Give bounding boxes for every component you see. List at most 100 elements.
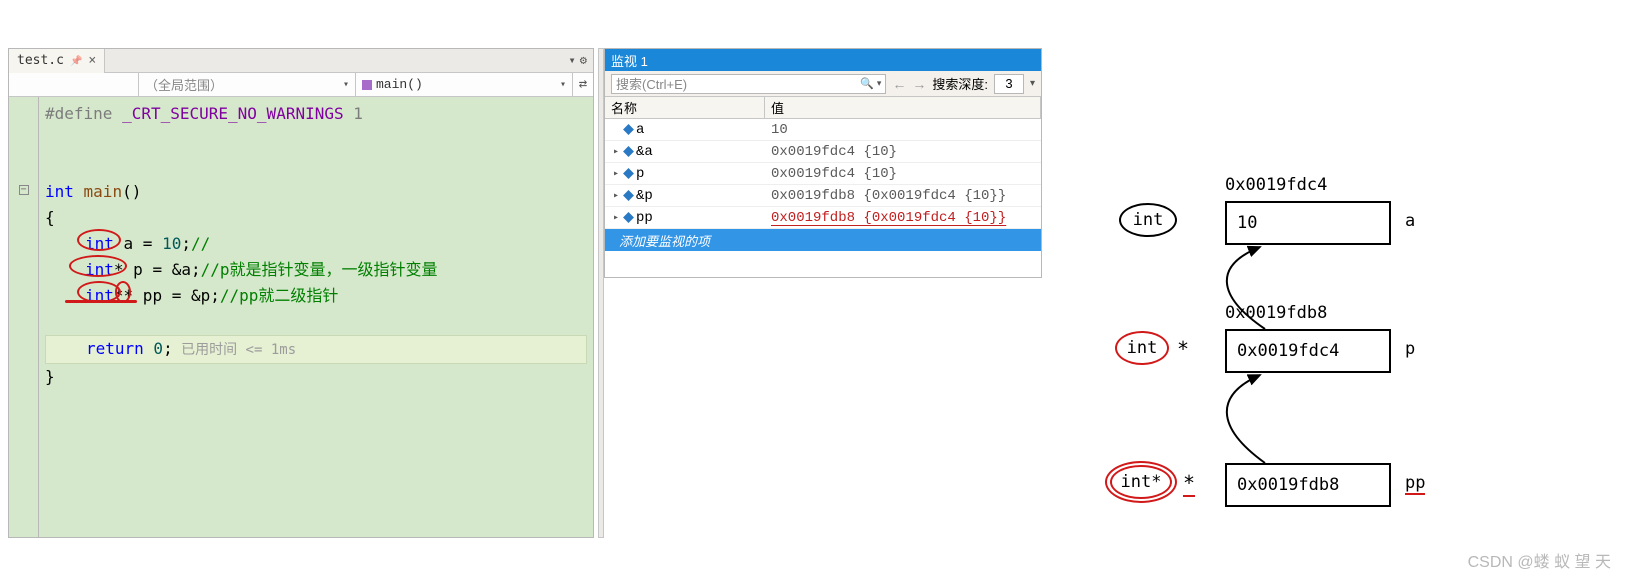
prev-result-button[interactable]: ← [892, 76, 906, 92]
code-macro: _CRT_SECURE_NO_WARNINGS [122, 104, 344, 123]
decl-pp: pp = &p; [133, 286, 220, 305]
nav-scope-dropdown[interactable] [9, 73, 139, 96]
depth-value: 3 [1005, 76, 1012, 91]
type-intstar: int [1115, 331, 1169, 365]
watch-header-value[interactable]: 值 [765, 97, 1041, 118]
func-main: main [74, 182, 122, 201]
watch-add-item[interactable]: 添加要监视的项 [605, 229, 1041, 251]
code-editor-pane: test.c × ▾ ⚙ （全局范围） ▾ main() ▾ ⇄ − # [8, 48, 594, 538]
pin-icon[interactable] [70, 53, 82, 68]
nav-member-text: main() [376, 77, 423, 92]
code-define-tail: 1 [344, 104, 363, 123]
watch-header: 名称 值 [605, 97, 1041, 119]
file-tab-testc[interactable]: test.c × [9, 49, 105, 73]
dropdown-icon[interactable]: ▾ [569, 53, 576, 68]
nav-bar: （全局范围） ▾ main() ▾ ⇄ [9, 73, 593, 97]
type-int: int [1119, 203, 1177, 237]
cmt-pp: //pp就二级指针 [220, 286, 339, 305]
code-body[interactable]: #define _CRT_SECURE_NO_WARNINGS 1 int ma… [39, 97, 593, 537]
box-pp-val: 0x0019fdb8 [1237, 475, 1339, 495]
search-icon[interactable]: 🔍 [860, 77, 874, 90]
kw-int-a: int [85, 234, 114, 253]
watch-row[interactable]: ▸ pp 0x0019fdb8 {0x0019fdc4 {10}} [605, 207, 1041, 229]
tab-bar: test.c × ▾ ⚙ [9, 49, 593, 73]
watch-name: &p [636, 188, 653, 204]
watch-title[interactable]: 监视 1 [605, 49, 1041, 71]
semi-a: ; [181, 234, 191, 253]
lab-p: p [1405, 339, 1415, 359]
watch-row[interactable]: ▸&a 0x0019fdc4 {10} [605, 141, 1041, 163]
expander-icon[interactable]: ▸ [611, 168, 621, 180]
watch-row[interactable]: ▸p 0x0019fdc4 {10} [605, 163, 1041, 185]
watch-toolbar: 搜索(Ctrl+E) 🔍 ▾ ← → 搜索深度: 3 ▾ [605, 71, 1041, 97]
lab-pp: pp [1405, 473, 1425, 495]
watch-name: pp [636, 210, 653, 226]
addr-p: 0x0019fdb8 [1225, 303, 1327, 323]
watch-value: 0x0019fdb8 {0x0019fdc4 {10}} [765, 210, 1041, 226]
expander-icon[interactable]: ▸ [611, 146, 621, 158]
box-pp: 0x0019fdb8 [1225, 463, 1391, 507]
tab-filename: test.c [17, 53, 64, 68]
watch-value: 10 [765, 122, 1041, 138]
watch-pane: 监视 1 搜索(Ctrl+E) 🔍 ▾ ← → 搜索深度: 3 ▾ 名称 值 ▸… [604, 48, 1042, 278]
code-define: #define [45, 104, 122, 123]
search-placeholder: 搜索(Ctrl+E) [616, 74, 687, 93]
expander-icon[interactable]: ▸ [611, 212, 621, 224]
anno-underline [65, 300, 137, 303]
nav-swap-button[interactable]: ⇄ [573, 73, 593, 96]
gear-icon[interactable]: ⚙ [580, 53, 587, 68]
watch-row[interactable]: ▸ &p 0x0019fdb8 {0x0019fdc4 {10}} [605, 185, 1041, 207]
num-zero: 0 [144, 339, 163, 358]
cmt-a: // [191, 234, 210, 253]
box-p-val: 0x0019fdc4 [1237, 341, 1339, 361]
elapsed-ghost: 已用时间 <= 1ms [173, 342, 296, 358]
brace-close: } [45, 367, 55, 386]
watch-name: &a [636, 144, 653, 160]
addr-a: 0x0019fdc4 [1225, 175, 1327, 195]
decl-p: p = &a; [124, 260, 201, 279]
var-icon [623, 168, 634, 179]
watermark: CSDN @蝼 蚁 望 天 [1468, 548, 1611, 572]
depth-input[interactable]: 3 [994, 74, 1024, 94]
kw-int-main: int [45, 182, 74, 201]
var-icon [623, 146, 634, 157]
tab-right-tools: ▾ ⚙ [569, 53, 593, 68]
star-pp: * [1183, 471, 1195, 497]
depth-dropdown-icon[interactable]: ▾ [1030, 78, 1035, 89]
type-intstar2: int* [1110, 465, 1172, 499]
code-area[interactable]: − #define _CRT_SECURE_NO_WARNINGS 1 int … [9, 97, 593, 537]
lab-a: a [1405, 211, 1415, 231]
nav-member-dropdown[interactable]: main() ▾ [356, 73, 573, 96]
watch-value: 0x0019fdb8 {0x0019fdc4 {10}} [765, 188, 1041, 204]
main-paren: () [122, 182, 141, 201]
watch-search-input[interactable]: 搜索(Ctrl+E) 🔍 ▾ [611, 74, 886, 94]
type-intstar2-text: int* [1121, 472, 1162, 492]
type-intstar-text: int [1127, 338, 1158, 358]
next-result-button[interactable]: → [912, 76, 926, 92]
fold-toggle[interactable]: − [19, 185, 29, 195]
type-int-text: int [1133, 210, 1164, 230]
var-icon [623, 190, 634, 201]
kw-return: return [86, 339, 144, 358]
kw-int-p: int [85, 260, 114, 279]
nav-scope-dropdown-2[interactable]: （全局范围） ▾ [139, 73, 356, 96]
var-icon [623, 124, 634, 135]
watch-value: 0x0019fdc4 {10} [765, 166, 1041, 182]
num-10: 10 [162, 234, 181, 253]
gutter: − [9, 97, 39, 537]
watch-header-name[interactable]: 名称 [605, 97, 765, 118]
close-icon[interactable]: × [88, 53, 96, 68]
member-cube-icon [362, 80, 372, 90]
watch-name: a [636, 122, 644, 138]
watch-title-text: 监视 1 [611, 51, 648, 70]
watch-add-text: 添加要监视的项 [619, 231, 710, 250]
semi-ret: ; [163, 339, 173, 358]
watch-rows: ▸a 10 ▸&a 0x0019fdc4 {10} ▸p 0x0019fdc4 … [605, 119, 1041, 277]
cmt-p: //p就是指针变量，一级指针变量 [201, 260, 438, 279]
pointer-diagram: 0x0019fdc4 10 a int 0x0019fdb8 0x0019fdc… [1105, 165, 1625, 555]
depth-label: 搜索深度: [932, 74, 988, 93]
watch-row[interactable]: ▸a 10 [605, 119, 1041, 141]
expander-icon[interactable]: ▸ [611, 190, 621, 202]
search-dropdown-icon[interactable]: ▾ [877, 78, 882, 89]
box-a-val: 10 [1237, 213, 1257, 233]
